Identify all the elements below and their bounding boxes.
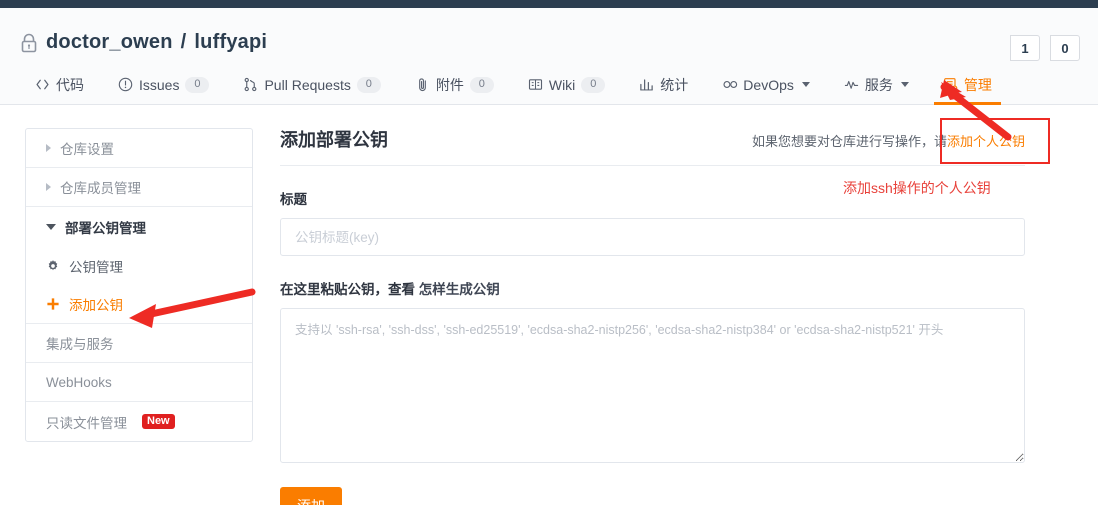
- tab-wiki-badge: 0: [581, 76, 606, 93]
- sidebar-item-repo-members[interactable]: 仓库成员管理: [26, 168, 252, 207]
- tab-devops[interactable]: DevOps: [705, 65, 827, 105]
- issue-icon: [118, 77, 133, 92]
- watch-button-group[interactable]: Unwatch 1: [1010, 35, 1040, 61]
- tab-pull-requests-badge: 0: [356, 76, 381, 93]
- add-personal-key-link[interactable]: 添加个人公钥: [947, 134, 1025, 149]
- pull-request-icon: [243, 77, 258, 92]
- tab-code-label: 代码: [56, 76, 84, 93]
- new-badge: New: [142, 414, 175, 429]
- tab-pull-requests[interactable]: Pull Requests 0: [226, 65, 397, 105]
- lock-icon: [20, 33, 38, 53]
- plus-icon: [46, 297, 60, 311]
- tab-attachments-label: 附件: [435, 76, 464, 93]
- sidebar-item-label: 仓库设置: [60, 142, 114, 157]
- tab-services-label: 服务: [864, 76, 893, 93]
- annotation-note: 添加ssh操作的个人公钥: [843, 180, 991, 196]
- tab-issues-badge: 0: [185, 76, 210, 93]
- sidebar-item-label: WebHooks: [46, 374, 112, 390]
- tab-wiki[interactable]: Wiki 0: [511, 65, 622, 105]
- fork-count[interactable]: 0: [1050, 35, 1080, 61]
- repo-actions: Unwatch 1 Fork: [1010, 35, 1080, 61]
- repo-breadcrumb: doctor_owen / luffyapi: [20, 31, 267, 54]
- sidebar-item-label: 只读文件管理: [46, 415, 127, 431]
- repo-separator: /: [180, 31, 187, 53]
- sidebar-item-label: 部署公钥管理: [65, 220, 146, 236]
- sidebar-item-label: 仓库成员管理: [60, 181, 141, 196]
- chart-icon: [639, 77, 654, 92]
- pulse-icon: [844, 77, 859, 92]
- hint-prefix: 如果您想要对仓库进行写操作，请: [751, 134, 947, 149]
- public-key-textarea[interactable]: [280, 308, 1025, 463]
- tab-statistics-label: 统计: [660, 76, 689, 93]
- repo-nav-tabs: 代码 Issues 0 Pull Requests 0 附件 0 Wiki 0 …: [0, 65, 1098, 105]
- settings-sidebar: 仓库设置 仓库成员管理 部署公钥管理 公钥管理 添加公钥 集成与服务 WebHo…: [25, 128, 253, 442]
- triangle-right-icon: [46, 144, 51, 152]
- sidebar-item-add-key[interactable]: 添加公钥: [26, 285, 252, 324]
- tab-manage-label: 管理: [963, 76, 992, 93]
- triangle-down-icon: [46, 223, 56, 230]
- sidebar-item-repo-settings[interactable]: 仓库设置: [26, 129, 252, 168]
- chevron-down-icon: [801, 82, 810, 87]
- tab-attachments[interactable]: 附件 0: [398, 65, 511, 105]
- triangle-right-icon: [46, 183, 51, 191]
- sidebar-item-integrations[interactable]: 集成与服务: [26, 324, 252, 363]
- sidebar-item-readonly-files[interactable]: 只读文件管理 New: [26, 402, 252, 441]
- infinity-icon: [722, 77, 738, 92]
- watch-count[interactable]: 1: [1010, 35, 1040, 61]
- tab-services[interactable]: 服务: [827, 65, 926, 105]
- tab-code[interactable]: 代码: [18, 65, 101, 105]
- code-icon: [35, 77, 50, 92]
- sidebar-item-label: 公钥管理: [69, 259, 123, 275]
- repo-header: doctor_owen / luffyapi Unwatch 1: [0, 8, 1098, 65]
- book-icon: [528, 77, 543, 92]
- gear-icon: [46, 259, 60, 273]
- fork-button-group[interactable]: Fork 0: [1050, 35, 1080, 61]
- key-field-label: 在这里粘贴公钥，查看 怎样生成公钥: [280, 278, 1025, 298]
- page-root: doctor_owen / luffyapi Unwatch 1: [0, 0, 1098, 505]
- how-to-generate-key-link[interactable]: 怎样生成公钥: [419, 282, 500, 297]
- personal-key-hint: 如果您想要对仓库进行写操作，请添加个人公钥: [752, 131, 1025, 150]
- tab-manage[interactable]: 管理: [926, 65, 1009, 105]
- page-title: 添加部署公钥: [280, 130, 388, 150]
- tab-attachments-badge: 0: [469, 76, 494, 93]
- tab-devops-label: DevOps: [743, 76, 794, 93]
- sidebar-item-label: 集成与服务: [46, 337, 114, 352]
- tab-statistics[interactable]: 统计: [622, 65, 705, 105]
- tab-wiki-label: Wiki: [548, 76, 576, 93]
- sidebar-item-webhooks[interactable]: WebHooks: [26, 363, 252, 402]
- key-title-input[interactable]: [280, 218, 1025, 256]
- tab-pull-requests-label: Pull Requests: [264, 76, 351, 93]
- repo-owner[interactable]: doctor_owen: [46, 31, 173, 54]
- chevron-down-icon: [900, 82, 909, 87]
- settings-list-icon: [943, 77, 958, 92]
- key-field-label-prefix: 在这里粘贴公钥，查看: [280, 282, 419, 297]
- sidebar-item-deploy-keys[interactable]: 部署公钥管理: [26, 207, 252, 246]
- sidebar-item-label: 添加公钥: [69, 298, 123, 313]
- submit-add-key-button[interactable]: 添加: [280, 487, 342, 505]
- paperclip-icon: [415, 77, 430, 92]
- top-accent-strip: [0, 0, 1098, 8]
- tab-issues[interactable]: Issues 0: [101, 65, 226, 105]
- repo-name[interactable]: luffyapi: [194, 31, 267, 54]
- sidebar-item-key-management[interactable]: 公钥管理: [26, 246, 252, 285]
- tab-issues-label: Issues: [139, 76, 180, 93]
- main-header: 添加部署公钥 如果您想要对仓库进行写操作，请添加个人公钥: [280, 126, 1025, 166]
